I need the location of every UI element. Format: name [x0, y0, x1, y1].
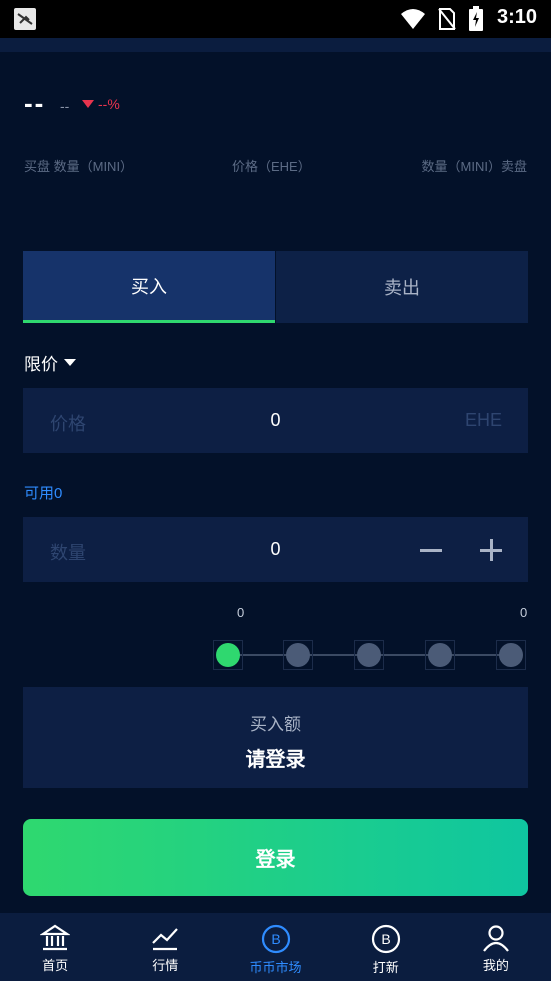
svg-text:B: B [271, 931, 280, 947]
orderbook-bid-header: 买盘 数量（MINI） [24, 159, 134, 174]
nav-label-ipo: 打新 [372, 960, 399, 975]
slider-stop-50[interactable] [354, 640, 384, 670]
nav-item-market[interactable]: 行情 [110, 913, 220, 981]
triangle-down-icon [82, 100, 94, 108]
order-type-dropdown[interactable]: 限价 [24, 350, 76, 375]
nav-label-coin-market: 币币市场 [249, 960, 302, 975]
slider-knob-active [216, 643, 240, 667]
nav-item-home[interactable]: 首页 [0, 913, 110, 981]
wifi-icon [401, 9, 425, 29]
app-notification-icon [14, 8, 36, 30]
orderbook-price-header: 价格（EHE） [232, 159, 311, 174]
slider-max-value: 0 [520, 605, 528, 620]
slider-stop-0[interactable] [213, 640, 243, 670]
nav-item-ipo[interactable]: B 打新 [331, 913, 441, 981]
b-circle-icon: B [371, 924, 400, 954]
svg-text:B: B [381, 931, 390, 947]
no-sim-icon [438, 8, 456, 30]
available-balance: 可用0 [24, 485, 63, 502]
status-bar: 3:10 [0, 0, 551, 38]
tab-sell[interactable]: 卖出 [276, 251, 528, 323]
slider-stop-25[interactable] [283, 640, 313, 670]
nav-item-coin-market[interactable]: B 币币市场 [220, 913, 330, 981]
slider-min-value: 0 [237, 605, 245, 620]
header-band [0, 38, 551, 52]
slider-stop-100[interactable] [496, 640, 526, 670]
price-change: --% [82, 96, 120, 112]
nav-label-market: 行情 [152, 958, 179, 973]
plus-icon-vertical [490, 539, 493, 561]
nav-label-home: 首页 [42, 958, 69, 973]
slider-knob [286, 643, 310, 667]
bottom-nav: 首页 行情 B 币币市场 B 打新 我的 [0, 913, 551, 981]
user-icon [483, 925, 509, 952]
orderbook-ask-header: 数量（MINI）卖盘 [421, 159, 527, 174]
slider-knob [357, 643, 381, 667]
buy-amount-panel: 买入额 请登录 [23, 687, 528, 788]
chart-line-icon [152, 928, 179, 951]
price-input[interactable]: 价格 0 EHE [23, 388, 528, 453]
b-circle-icon: B [261, 924, 290, 954]
price-input-value: 0 [270, 410, 281, 430]
battery-charging-icon [469, 6, 483, 31]
bank-icon [40, 924, 71, 951]
status-icons [400, 6, 484, 32]
login-button[interactable]: 登录 [23, 819, 528, 896]
nav-label-profile: 我的 [482, 958, 509, 973]
caret-down-icon [64, 359, 76, 366]
price-unit: EHE [464, 410, 502, 430]
slider-stop-75[interactable] [425, 640, 455, 670]
order-type-label: 限价 [24, 355, 58, 374]
buy-amount-title: 买入额 [250, 715, 301, 734]
tab-buy[interactable]: 买入 [23, 251, 275, 323]
minus-icon [420, 549, 442, 552]
last-price: -- [24, 88, 46, 118]
status-time: 3:10 [496, 6, 537, 28]
buy-amount-value: 请登录 [245, 749, 306, 771]
quantity-input[interactable]: 数量 0 [23, 517, 528, 582]
nav-item-profile[interactable]: 我的 [441, 913, 551, 981]
quantity-input-value: 0 [270, 539, 281, 559]
price-sub: -- [60, 98, 70, 114]
slider-knob [499, 643, 523, 667]
slider-knob [428, 643, 452, 667]
trade-tabs: 买入 卖出 [23, 251, 528, 323]
price-change-text: --% [98, 96, 120, 112]
